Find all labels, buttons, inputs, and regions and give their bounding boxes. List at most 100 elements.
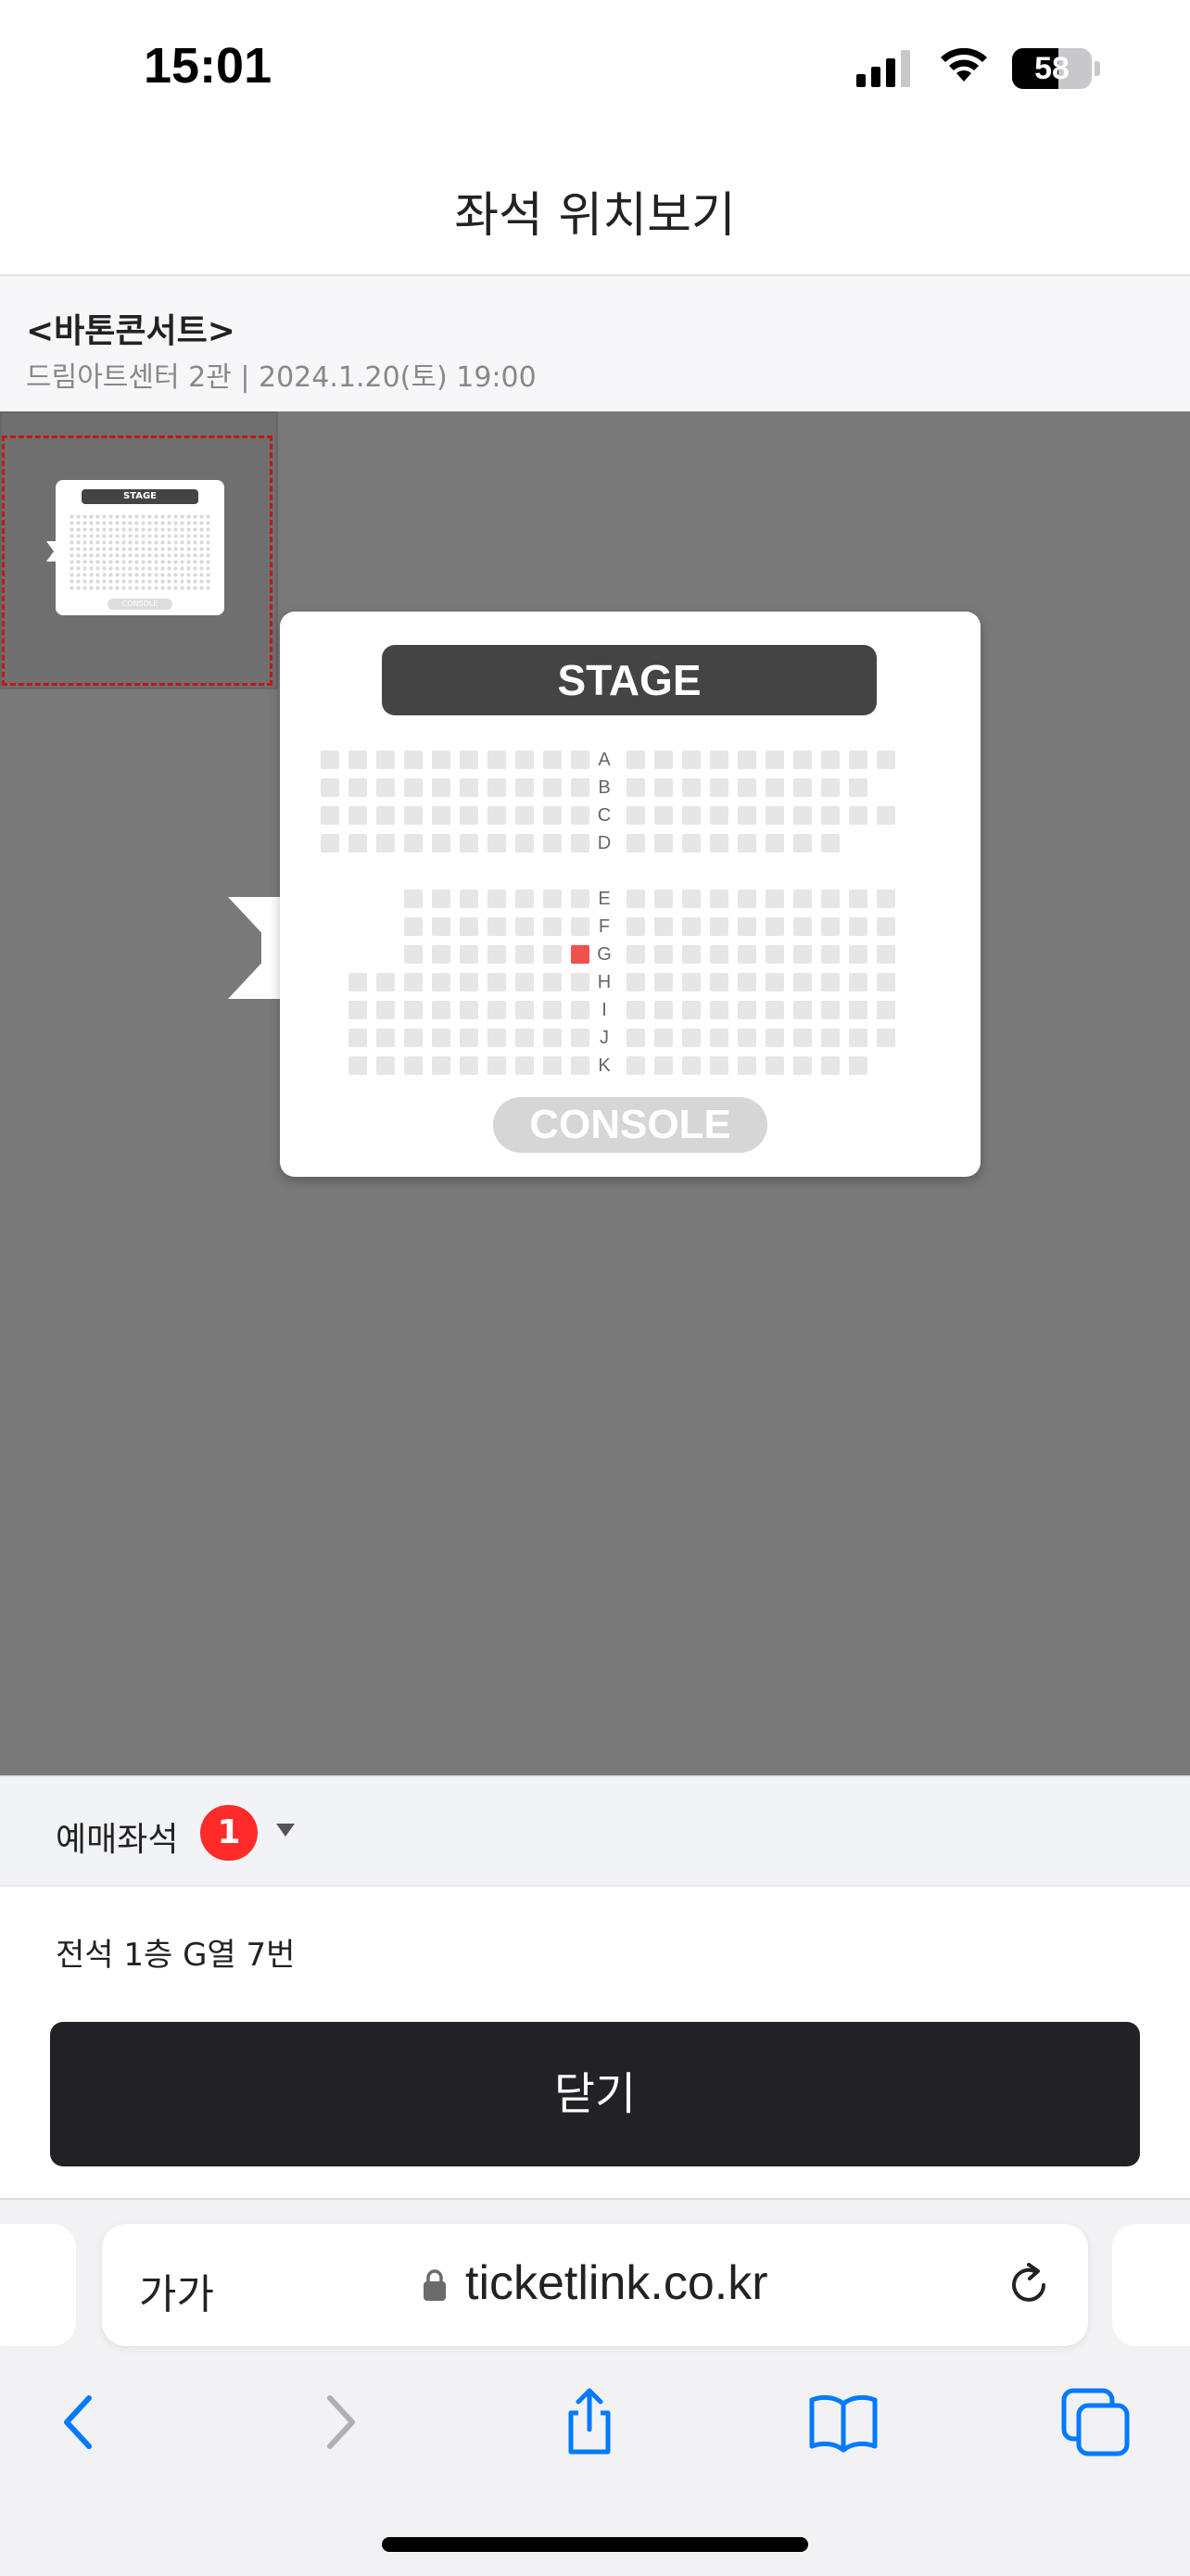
seat (348, 834, 367, 852)
seat (432, 945, 450, 964)
seat (766, 917, 784, 936)
seat (877, 890, 895, 908)
seat (682, 973, 701, 991)
seat (849, 890, 867, 908)
seat (710, 945, 728, 964)
text-size-button[interactable]: 가가 (139, 2261, 214, 2320)
seat (849, 973, 867, 991)
seat (515, 945, 534, 964)
seat (432, 1001, 450, 1019)
tabs-icon[interactable] (1058, 2385, 1133, 2459)
row-label: C (597, 805, 612, 826)
lock-icon (424, 2269, 446, 2301)
seat (404, 890, 423, 908)
seat (682, 1001, 701, 1019)
seat (432, 1056, 450, 1075)
seat (376, 751, 395, 769)
seat (710, 751, 728, 769)
seat (766, 751, 784, 769)
back-icon[interactable] (43, 2385, 117, 2459)
seat (627, 973, 645, 991)
seat (432, 834, 450, 852)
seat (738, 945, 756, 964)
row-label: G (597, 944, 612, 965)
seat (682, 834, 701, 852)
seat (376, 1001, 395, 1019)
seat (487, 1001, 506, 1019)
seat (710, 806, 728, 825)
seat (348, 806, 367, 825)
seat (404, 1029, 423, 1047)
seat (710, 917, 728, 936)
seat-plan: STAGE ABCDEFGHIJK CONSOLE (280, 612, 981, 1177)
seat (487, 890, 506, 908)
seat (793, 890, 812, 908)
selected-seat (571, 945, 589, 964)
seat (571, 751, 589, 769)
seat (877, 751, 895, 769)
previous-tab-preview[interactable] (0, 2224, 76, 2346)
forward-icon[interactable] (302, 2385, 376, 2459)
share-icon[interactable] (552, 2385, 627, 2459)
seat (432, 917, 450, 936)
caret-down-icon[interactable] (276, 1824, 295, 1837)
seat (571, 834, 589, 852)
seat (654, 973, 673, 991)
seat (766, 1029, 784, 1047)
seat (432, 1029, 450, 1047)
seat (793, 834, 812, 852)
seat (738, 834, 756, 852)
seat (849, 945, 867, 964)
seat (654, 945, 673, 964)
seat (793, 751, 812, 769)
seat (515, 917, 534, 936)
seat (404, 778, 423, 797)
reload-icon[interactable] (1003, 2259, 1055, 2311)
seat (543, 917, 562, 936)
seat (849, 806, 867, 825)
seat (376, 1056, 395, 1075)
seat (515, 1029, 534, 1047)
seat (821, 890, 840, 908)
minimap-viewport-frame[interactable] (2, 436, 272, 686)
seat (348, 1029, 367, 1047)
seat (432, 806, 450, 825)
row-label: K (598, 1055, 611, 1076)
seat (710, 778, 728, 797)
close-button[interactable]: 닫기 (50, 2022, 1140, 2166)
seat (460, 834, 478, 852)
seat (432, 890, 450, 908)
booked-seats-toggle[interactable]: 예매좌석 1 (0, 1775, 1190, 1887)
seat (627, 751, 645, 769)
seat (710, 1056, 728, 1075)
seat (404, 1056, 423, 1075)
booked-seats-label: 예매좌석 (56, 1821, 179, 1859)
seat (460, 945, 478, 964)
seat (877, 806, 895, 825)
seat (821, 1001, 840, 1019)
next-tab-preview[interactable] (1112, 2224, 1190, 2346)
seat (432, 751, 450, 769)
bookmarks-icon[interactable] (806, 2385, 880, 2459)
seat (682, 751, 701, 769)
seat (571, 890, 589, 908)
seat (571, 806, 589, 825)
seat (460, 1056, 478, 1075)
cellular-signal-icon (856, 50, 910, 87)
seat (654, 751, 673, 769)
seat (877, 917, 895, 936)
seat (654, 1001, 673, 1019)
seat (487, 834, 506, 852)
seat (543, 834, 562, 852)
event-venue-date: 드림아트센터 2관 | 2024.1.20(토) 19:00 (26, 361, 537, 394)
seat (849, 1029, 867, 1047)
minimap[interactable]: STAGE CONSOLE (0, 411, 278, 689)
row-label: B (598, 777, 611, 798)
seat (404, 806, 423, 825)
seat (682, 945, 701, 964)
seat-map-viewport[interactable]: STAGE CONSOLE STAGE ABCDEFGHIJK CONSOLE (0, 411, 1190, 1775)
seat (321, 778, 339, 797)
seat (404, 1001, 423, 1019)
address-bar[interactable]: 가가 ticketlink.co.kr (102, 2224, 1088, 2346)
seat (821, 834, 840, 852)
